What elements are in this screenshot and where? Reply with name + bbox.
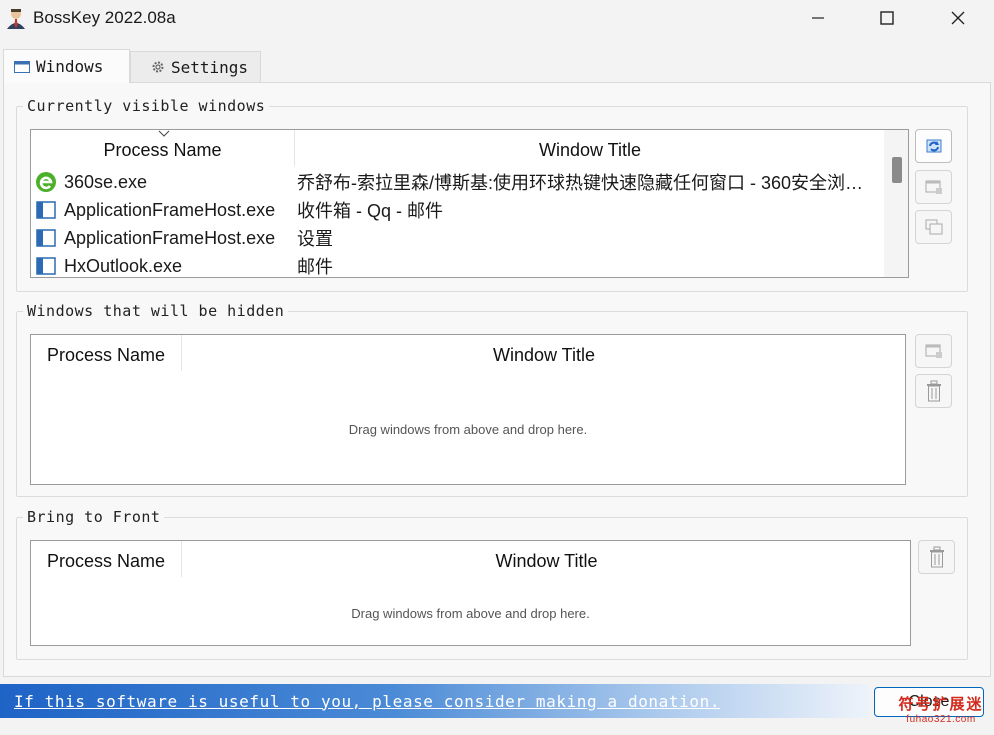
browser-360-icon	[36, 172, 56, 192]
column-label: Window Title	[538, 140, 642, 160]
app-window-icon	[36, 229, 56, 247]
windows-stack-icon	[925, 219, 942, 235]
delete-hidden-button[interactable]	[915, 374, 952, 408]
window-title-cell: 邮件	[297, 257, 333, 277]
donation-bar: If this software is useful to you, pleas…	[0, 684, 870, 718]
hidden-windows-list[interactable]: Process Name Window Title Drag windows f…	[30, 334, 906, 485]
maximize-icon	[880, 11, 894, 25]
window-title-cell: 设置	[297, 229, 333, 249]
list-item[interactable]: 360se.exe 乔舒布-索拉里森/博斯基:使用环球热键快速隐藏任何窗口 - …	[31, 168, 881, 196]
tab-windows[interactable]: Windows	[3, 49, 130, 83]
list-item[interactable]: ApplicationFrameHost.exe 设置	[31, 224, 881, 252]
column-header-process-name[interactable]: Process Name	[31, 335, 182, 371]
window-title: BossKey 2022.08a	[33, 8, 176, 27]
sort-descending-icon	[158, 130, 170, 137]
donate-link[interactable]: If this software is useful to you, pleas…	[14, 692, 720, 711]
list-item[interactable]: HxOutlook.exe 邮件	[31, 252, 881, 277]
window-add-icon	[925, 180, 942, 194]
column-header-process-name[interactable]: Process Name	[31, 130, 295, 166]
window-title-cell: 乔舒布-索拉里森/博斯基:使用环球热键快速隐藏任何窗口 - 360安全浏…	[297, 173, 864, 193]
column-label: Process Name	[46, 345, 166, 365]
drop-hint: Drag windows from above and drop here.	[348, 422, 588, 437]
tab-settings-label: Settings	[171, 57, 249, 77]
hidden-windows-group-title: Windows that will be hidden	[23, 302, 289, 320]
column-label: Process Name	[46, 551, 166, 571]
close-window-button[interactable]	[935, 0, 981, 36]
drop-hint: Drag windows from above and drop here.	[351, 606, 590, 621]
title-bar: BossKey 2022.08a	[0, 0, 994, 38]
column-header-window-title[interactable]: Window Title	[295, 130, 885, 166]
trash-icon	[926, 380, 941, 402]
hidden-list-header: Process Name Window Title	[31, 335, 905, 371]
minimize-icon	[812, 17, 824, 19]
refresh-button[interactable]	[915, 129, 952, 163]
column-header-window-title[interactable]: Window Title	[182, 541, 910, 577]
window-title-cell: 收件箱 - Qq - 邮件	[297, 201, 444, 221]
watermark-url: fuhao321.com	[906, 714, 976, 725]
minimize-button[interactable]	[795, 0, 841, 36]
close-icon	[951, 11, 965, 25]
vertical-scrollbar[interactable]	[884, 130, 908, 277]
refresh-icon	[926, 139, 941, 153]
bosskey-app-icon	[7, 9, 25, 29]
column-label: Window Title	[492, 345, 596, 365]
site-watermark: 符号扩展迷 fuhao321.com	[888, 693, 994, 731]
process-name: HxOutlook.exe	[64, 255, 183, 276]
delete-front-button[interactable]	[918, 540, 955, 574]
maximize-button[interactable]	[864, 0, 910, 36]
tab-settings[interactable]: Settings	[130, 51, 261, 82]
process-name: 360se.exe	[64, 171, 148, 192]
add-to-front-button[interactable]	[915, 210, 952, 244]
move-window-button[interactable]	[915, 334, 952, 368]
app-window-icon	[36, 257, 56, 275]
visible-windows-group-title: Currently visible windows	[23, 97, 270, 115]
column-label: Process Name	[103, 140, 222, 160]
gear-icon	[152, 61, 164, 73]
bring-to-front-list[interactable]: Process Name Window Title Drag windows f…	[30, 540, 911, 646]
scrollbar-thumb[interactable]	[892, 157, 902, 183]
column-label: Window Title	[495, 551, 598, 571]
window-icon	[14, 60, 30, 73]
front-list-header: Process Name Window Title	[31, 541, 910, 577]
bring-to-front-group-title: Bring to Front	[23, 508, 165, 526]
visible-windows-list[interactable]: Process Name Window Title 360se.exe 乔舒布-…	[30, 129, 909, 278]
visible-list-header: Process Name Window Title	[31, 130, 908, 166]
trash-icon	[929, 546, 944, 568]
watermark-logo-text: 符号扩展迷	[898, 696, 984, 713]
process-name: ApplicationFrameHost.exe	[64, 199, 276, 220]
column-header-window-title[interactable]: Window Title	[182, 335, 905, 371]
app-window-icon	[36, 201, 56, 219]
window-add-icon	[925, 344, 942, 358]
add-to-hide-button[interactable]	[915, 170, 952, 204]
tab-windows-label: Windows	[36, 57, 104, 76]
column-header-process-name[interactable]: Process Name	[31, 541, 182, 577]
process-name: ApplicationFrameHost.exe	[64, 227, 276, 248]
list-item[interactable]: ApplicationFrameHost.exe 收件箱 - Qq - 邮件	[31, 196, 881, 224]
